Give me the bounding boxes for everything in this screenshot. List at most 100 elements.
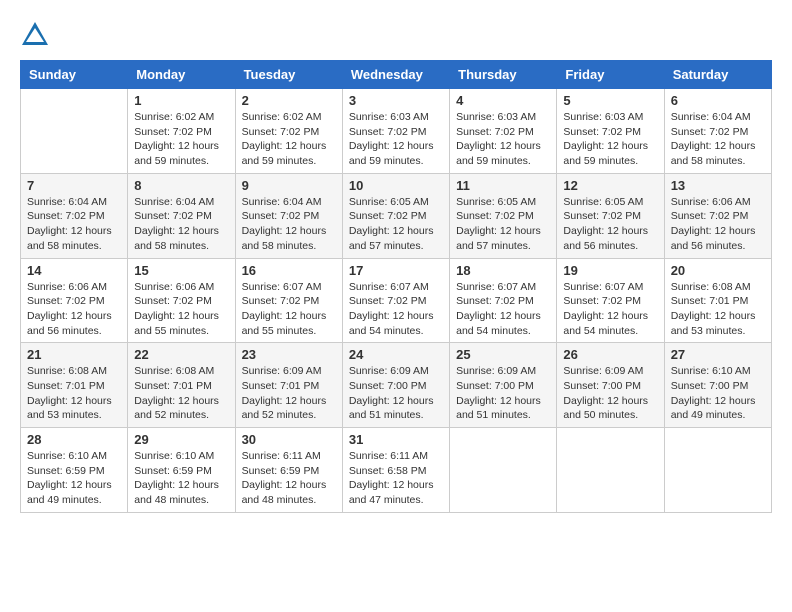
- day-info: Sunrise: 6:02 AMSunset: 7:02 PMDaylight:…: [134, 110, 228, 169]
- calendar-cell: [21, 89, 128, 174]
- header-thursday: Thursday: [450, 61, 557, 89]
- day-info: Sunrise: 6:04 AMSunset: 7:02 PMDaylight:…: [27, 195, 121, 254]
- day-number: 18: [456, 263, 550, 278]
- header-sunday: Sunday: [21, 61, 128, 89]
- week-row-3: 21 Sunrise: 6:08 AMSunset: 7:01 PMDayligh…: [21, 343, 772, 428]
- calendar-cell: 29 Sunrise: 6:10 AMSunset: 6:59 PMDayligh…: [128, 428, 235, 513]
- header-monday: Monday: [128, 61, 235, 89]
- day-number: 24: [349, 347, 443, 362]
- calendar-cell: 1 Sunrise: 6:02 AMSunset: 7:02 PMDaylight…: [128, 89, 235, 174]
- day-number: 8: [134, 178, 228, 193]
- day-number: 15: [134, 263, 228, 278]
- day-number: 28: [27, 432, 121, 447]
- week-row-2: 14 Sunrise: 6:06 AMSunset: 7:02 PMDayligh…: [21, 258, 772, 343]
- logo: [20, 20, 54, 50]
- day-number: 10: [349, 178, 443, 193]
- header-saturday: Saturday: [664, 61, 771, 89]
- day-number: 23: [242, 347, 336, 362]
- calendar-cell: 5 Sunrise: 6:03 AMSunset: 7:02 PMDaylight…: [557, 89, 664, 174]
- day-info: Sunrise: 6:08 AMSunset: 7:01 PMDaylight:…: [27, 364, 121, 423]
- page-header: [20, 20, 772, 50]
- day-info: Sunrise: 6:10 AMSunset: 6:59 PMDaylight:…: [134, 449, 228, 508]
- day-number: 13: [671, 178, 765, 193]
- day-info: Sunrise: 6:09 AMSunset: 7:00 PMDaylight:…: [563, 364, 657, 423]
- day-info: Sunrise: 6:08 AMSunset: 7:01 PMDaylight:…: [671, 280, 765, 339]
- week-row-1: 7 Sunrise: 6:04 AMSunset: 7:02 PMDaylight…: [21, 173, 772, 258]
- calendar-cell: 18 Sunrise: 6:07 AMSunset: 7:02 PMDayligh…: [450, 258, 557, 343]
- calendar-cell: 4 Sunrise: 6:03 AMSunset: 7:02 PMDaylight…: [450, 89, 557, 174]
- day-number: 9: [242, 178, 336, 193]
- calendar-cell: 22Sunrise: 6:08 AMSunset: 7:01 PMDayligh…: [128, 343, 235, 428]
- day-info: Sunrise: 6:03 AMSunset: 7:02 PMDaylight:…: [456, 110, 550, 169]
- day-number: 29: [134, 432, 228, 447]
- day-info: Sunrise: 6:07 AMSunset: 7:02 PMDaylight:…: [456, 280, 550, 339]
- calendar-cell: 12 Sunrise: 6:05 AMSunset: 7:02 PMDayligh…: [557, 173, 664, 258]
- calendar-cell: 27Sunrise: 6:10 AMSunset: 7:00 PMDayligh…: [664, 343, 771, 428]
- calendar-header-row: SundayMondayTuesdayWednesdayThursdayFrid…: [21, 61, 772, 89]
- calendar-cell: 30 Sunrise: 6:11 AMSunset: 6:59 PMDayligh…: [235, 428, 342, 513]
- calendar-cell: 24 Sunrise: 6:09 AMSunset: 7:00 PMDayligh…: [342, 343, 449, 428]
- calendar-cell: 26 Sunrise: 6:09 AMSunset: 7:00 PMDayligh…: [557, 343, 664, 428]
- calendar-cell: [664, 428, 771, 513]
- day-info: Sunrise: 6:06 AMSunset: 7:02 PMDaylight:…: [671, 195, 765, 254]
- day-info: Sunrise: 6:07 AMSunset: 7:02 PMDaylight:…: [242, 280, 336, 339]
- day-info: Sunrise: 6:09 AMSunset: 7:01 PMDaylight:…: [242, 364, 336, 423]
- day-info: Sunrise: 6:09 AMSunset: 7:00 PMDaylight:…: [456, 364, 550, 423]
- calendar-cell: 16Sunrise: 6:07 AMSunset: 7:02 PMDayligh…: [235, 258, 342, 343]
- day-number: 4: [456, 93, 550, 108]
- day-info: Sunrise: 6:04 AMSunset: 7:02 PMDaylight:…: [242, 195, 336, 254]
- calendar-cell: 2Sunrise: 6:02 AMSunset: 7:02 PMDaylight…: [235, 89, 342, 174]
- day-info: Sunrise: 6:05 AMSunset: 7:02 PMDaylight:…: [456, 195, 550, 254]
- calendar-cell: 6 Sunrise: 6:04 AMSunset: 7:02 PMDaylight…: [664, 89, 771, 174]
- day-info: Sunrise: 6:11 AMSunset: 6:59 PMDaylight:…: [242, 449, 336, 508]
- day-number: 12: [563, 178, 657, 193]
- calendar-cell: 23 Sunrise: 6:09 AMSunset: 7:01 PMDayligh…: [235, 343, 342, 428]
- day-info: Sunrise: 6:06 AMSunset: 7:02 PMDaylight:…: [27, 280, 121, 339]
- calendar-cell: 7 Sunrise: 6:04 AMSunset: 7:02 PMDaylight…: [21, 173, 128, 258]
- day-number: 2: [242, 93, 336, 108]
- day-number: 30: [242, 432, 336, 447]
- day-number: 26: [563, 347, 657, 362]
- day-number: 6: [671, 93, 765, 108]
- day-number: 14: [27, 263, 121, 278]
- calendar-cell: [557, 428, 664, 513]
- day-number: 22: [134, 347, 228, 362]
- calendar-cell: [450, 428, 557, 513]
- calendar-cell: 31Sunrise: 6:11 AMSunset: 6:58 PMDayligh…: [342, 428, 449, 513]
- day-number: 1: [134, 93, 228, 108]
- day-number: 17: [349, 263, 443, 278]
- day-info: Sunrise: 6:06 AMSunset: 7:02 PMDaylight:…: [134, 280, 228, 339]
- calendar-cell: 28 Sunrise: 6:10 AMSunset: 6:59 PMDayligh…: [21, 428, 128, 513]
- calendar-cell: 15 Sunrise: 6:06 AMSunset: 7:02 PMDayligh…: [128, 258, 235, 343]
- calendar-cell: 19Sunrise: 6:07 AMSunset: 7:02 PMDayligh…: [557, 258, 664, 343]
- day-info: Sunrise: 6:04 AMSunset: 7:02 PMDaylight:…: [134, 195, 228, 254]
- logo-icon: [20, 20, 50, 50]
- calendar-cell: 8 Sunrise: 6:04 AMSunset: 7:02 PMDaylight…: [128, 173, 235, 258]
- day-info: Sunrise: 6:05 AMSunset: 7:02 PMDaylight:…: [563, 195, 657, 254]
- day-info: Sunrise: 6:07 AMSunset: 7:02 PMDaylight:…: [349, 280, 443, 339]
- calendar-cell: 3 Sunrise: 6:03 AMSunset: 7:02 PMDaylight…: [342, 89, 449, 174]
- calendar-cell: 14 Sunrise: 6:06 AMSunset: 7:02 PMDayligh…: [21, 258, 128, 343]
- calendar-cell: 17 Sunrise: 6:07 AMSunset: 7:02 PMDayligh…: [342, 258, 449, 343]
- calendar-cell: 13 Sunrise: 6:06 AMSunset: 7:02 PMDayligh…: [664, 173, 771, 258]
- header-friday: Friday: [557, 61, 664, 89]
- day-info: Sunrise: 6:07 AMSunset: 7:02 PMDaylight:…: [563, 280, 657, 339]
- calendar-cell: 10 Sunrise: 6:05 AMSunset: 7:02 PMDayligh…: [342, 173, 449, 258]
- day-info: Sunrise: 6:05 AMSunset: 7:02 PMDaylight:…: [349, 195, 443, 254]
- header-tuesday: Tuesday: [235, 61, 342, 89]
- week-row-0: 1 Sunrise: 6:02 AMSunset: 7:02 PMDaylight…: [21, 89, 772, 174]
- day-number: 31: [349, 432, 443, 447]
- day-info: Sunrise: 6:09 AMSunset: 7:00 PMDaylight:…: [349, 364, 443, 423]
- day-info: Sunrise: 6:10 AMSunset: 6:59 PMDaylight:…: [27, 449, 121, 508]
- day-number: 21: [27, 347, 121, 362]
- day-info: Sunrise: 6:10 AMSunset: 7:00 PMDaylight:…: [671, 364, 765, 423]
- day-info: Sunrise: 6:03 AMSunset: 7:02 PMDaylight:…: [349, 110, 443, 169]
- day-number: 3: [349, 93, 443, 108]
- calendar-cell: 25Sunrise: 6:09 AMSunset: 7:00 PMDayligh…: [450, 343, 557, 428]
- day-number: 7: [27, 178, 121, 193]
- day-number: 5: [563, 93, 657, 108]
- day-info: Sunrise: 6:03 AMSunset: 7:02 PMDaylight:…: [563, 110, 657, 169]
- calendar-cell: 9 Sunrise: 6:04 AMSunset: 7:02 PMDaylight…: [235, 173, 342, 258]
- day-number: 11: [456, 178, 550, 193]
- day-info: Sunrise: 6:04 AMSunset: 7:02 PMDaylight:…: [671, 110, 765, 169]
